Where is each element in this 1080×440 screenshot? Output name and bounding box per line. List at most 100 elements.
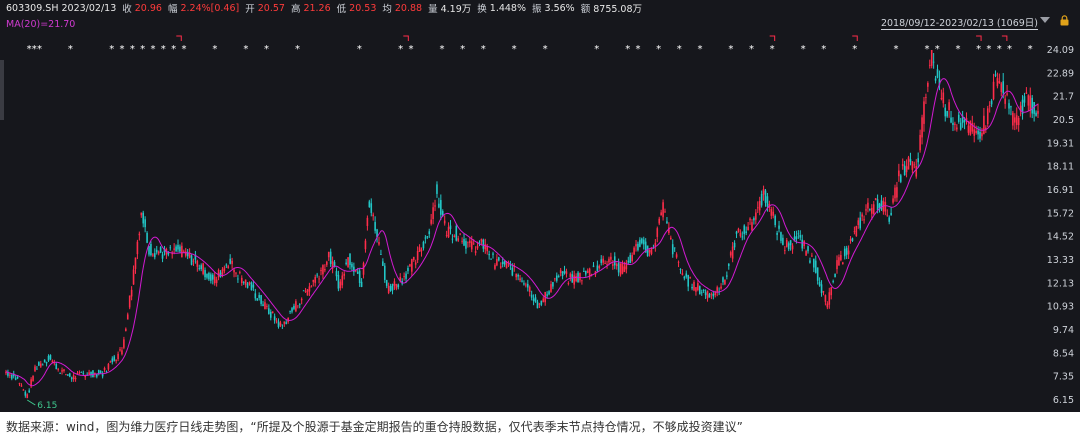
candle-body	[109, 361, 112, 363]
candle-body	[453, 235, 456, 237]
flag-marker[interactable]	[1001, 35, 1008, 41]
event-marker[interactable]: *	[161, 44, 166, 55]
y-tick-label: 18.11	[1047, 162, 1074, 173]
event-marker[interactable]: *	[120, 44, 125, 55]
candle-body	[936, 69, 939, 78]
event-marker[interactable]: *	[140, 44, 145, 55]
candle-body	[762, 189, 765, 195]
event-marker[interactable]: *	[636, 44, 641, 55]
candle-body	[39, 363, 42, 367]
candle-body	[934, 78, 937, 81]
event-marker[interactable]: *	[986, 44, 991, 55]
event-marker[interactable]: *	[130, 44, 135, 55]
candle-body	[440, 200, 442, 215]
event-marker[interactable]: *	[656, 44, 661, 55]
candle-body	[747, 226, 749, 231]
event-marker[interactable]: *	[801, 44, 806, 55]
candle-body	[859, 217, 862, 229]
event-marker[interactable]: *	[625, 44, 630, 55]
candle-body	[642, 239, 645, 245]
candle-body	[461, 240, 463, 242]
event-marker[interactable]: *	[460, 44, 465, 55]
event-marker[interactable]: *	[697, 44, 702, 55]
candle-body	[358, 270, 361, 284]
candle-body	[942, 92, 945, 104]
event-marker[interactable]: *	[935, 44, 940, 55]
event-marker[interactable]: *	[749, 44, 754, 55]
event-marker[interactable]: *	[924, 44, 929, 55]
event-marker[interactable]: *	[512, 44, 517, 55]
candle-body	[412, 256, 415, 260]
flag-marker[interactable]	[976, 35, 982, 41]
candle-body	[349, 253, 351, 265]
event-marker[interactable]: *	[997, 44, 1002, 55]
event-marker[interactable]: *	[439, 44, 444, 55]
y-tick-label: 9.74	[1053, 325, 1074, 336]
candle-body	[608, 258, 610, 263]
candle-body	[1002, 81, 1005, 94]
event-marker[interactable]: *	[543, 44, 548, 55]
candle-body	[803, 240, 805, 247]
event-marker[interactable]: *	[357, 44, 362, 55]
event-marker[interactable]: *	[821, 44, 826, 55]
candle-body	[362, 263, 365, 275]
candle-body	[813, 258, 815, 268]
candle-body	[710, 293, 713, 295]
candle-body	[702, 289, 705, 292]
candle-body	[107, 363, 110, 370]
event-marker[interactable]: *	[181, 44, 186, 55]
candle-body	[903, 165, 906, 176]
candlestick-chart[interactable]: * * * * * * * * * * * * * * * * * * * * * * * * * * * * * * * * * * * * * * * *…	[0, 0, 1080, 412]
event-marker[interactable]: *	[295, 44, 300, 55]
event-marker[interactable]: *	[264, 44, 269, 55]
candle-body	[932, 61, 935, 63]
event-marker[interactable]: *	[243, 44, 248, 55]
event-marker[interactable]: *	[68, 44, 73, 55]
event-marker[interactable]: *	[728, 44, 733, 55]
event-marker[interactable]: *	[109, 44, 114, 55]
candle-body	[592, 265, 595, 267]
candle-body	[600, 259, 603, 263]
candle-body	[666, 221, 668, 224]
flag-marker[interactable]	[769, 35, 776, 41]
candle-body	[148, 246, 150, 255]
candle-body	[383, 265, 386, 280]
candle-body	[756, 207, 759, 209]
candle-body	[314, 277, 317, 283]
event-marker[interactable]: *	[770, 44, 775, 55]
candle-body	[229, 258, 231, 264]
event-marker[interactable]: *	[1028, 44, 1033, 55]
event-marker[interactable]: *	[677, 44, 682, 55]
candle-body	[579, 272, 581, 281]
event-marker[interactable]: *	[150, 44, 155, 55]
flag-marker[interactable]	[176, 35, 182, 41]
event-marker[interactable]: *	[1007, 44, 1012, 55]
candle-body	[890, 212, 892, 216]
event-marker[interactable]: *	[481, 44, 486, 55]
event-marker[interactable]: *	[212, 44, 217, 55]
event-marker[interactable]: *	[976, 44, 981, 55]
event-marker[interactable]: *	[852, 44, 857, 55]
candle-body	[484, 244, 487, 250]
candle-body	[567, 283, 570, 284]
event-marker[interactable]: *	[398, 44, 403, 55]
event-marker[interactable]: *	[594, 44, 599, 55]
candle-body	[196, 260, 199, 267]
flag-marker[interactable]	[403, 35, 409, 41]
candle-body	[38, 362, 40, 366]
candle-body	[428, 231, 431, 235]
event-marker[interactable]: *	[894, 44, 899, 55]
candle-body	[327, 252, 330, 258]
candle-body	[791, 245, 794, 250]
flag-marker[interactable]	[852, 35, 858, 41]
candle-body	[635, 244, 637, 247]
event-marker[interactable]: *	[37, 44, 42, 55]
event-marker[interactable]: *	[408, 44, 413, 55]
candle-body	[612, 264, 614, 266]
candle-body	[74, 377, 77, 380]
candle-body	[957, 114, 960, 122]
event-marker[interactable]: *	[955, 44, 960, 55]
event-marker[interactable]: *	[171, 44, 176, 55]
event-markers: * * * * * * * * * * * * * * * * * * * * * * * * * * * * * * * * * * * * * * * *…	[27, 35, 1033, 55]
candle-body	[99, 370, 102, 374]
